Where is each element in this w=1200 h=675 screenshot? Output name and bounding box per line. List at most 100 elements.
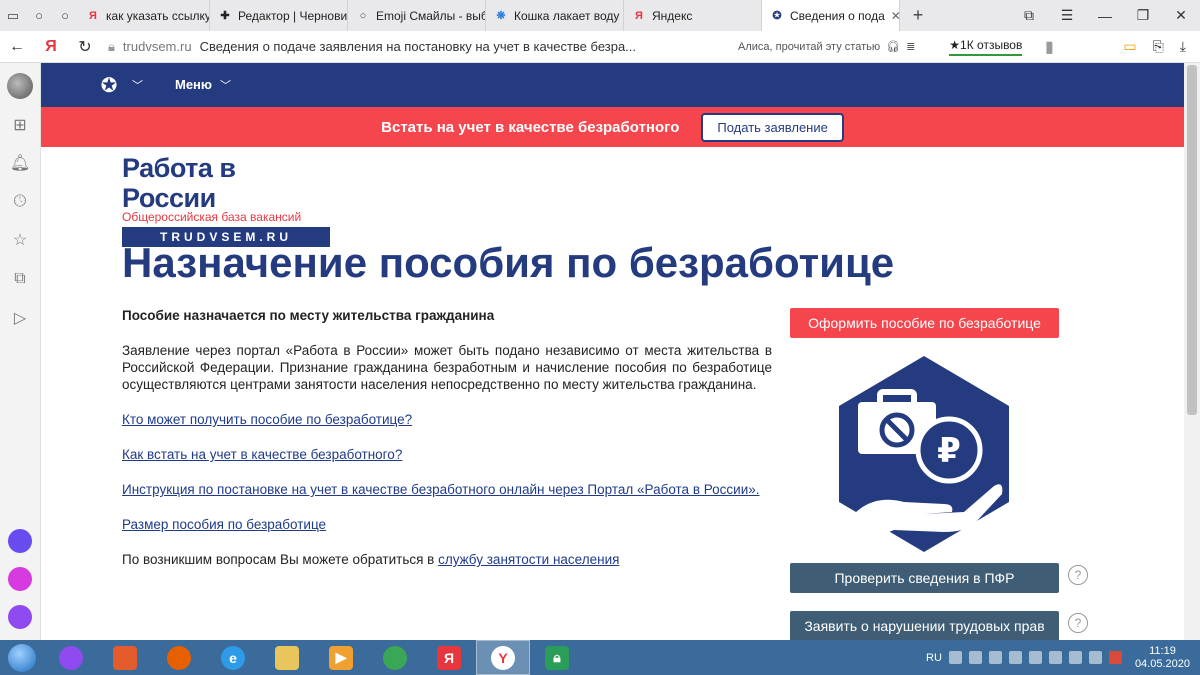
taskbar-yandex[interactable]: Y: [476, 640, 530, 675]
download-icon[interactable]: ⤓: [1180, 38, 1186, 55]
tray-icon[interactable]: [1008, 651, 1022, 664]
windows-logo-icon: [8, 643, 36, 672]
russian-emblem-icon[interactable]: ✪: [96, 72, 122, 98]
taskbar-explorer[interactable]: [260, 640, 314, 675]
tab-label: Emoji Смайлы - выб: [376, 8, 486, 23]
close-window-icon[interactable]: ✕: [1162, 0, 1200, 31]
volume-icon[interactable]: [1088, 651, 1102, 664]
chevron-down-icon: ﹀: [220, 80, 232, 92]
svg-text:₽: ₽: [937, 431, 961, 471]
tab-label: Редактор | Черновик: [238, 8, 348, 23]
yandex-logo-icon[interactable]: Я: [34, 38, 68, 56]
favorites-star-icon[interactable]: ☆: [9, 229, 31, 251]
collections-icon[interactable]: ⧉: [9, 268, 31, 290]
taskbar-ie[interactable]: e: [206, 640, 260, 675]
check-pfr-button[interactable]: Проверить сведения в ПФР: [790, 563, 1059, 593]
tab-2[interactable]: ○ Emoji Смайлы - выб: [348, 0, 486, 31]
taskbar-alisa[interactable]: [44, 640, 98, 675]
system-tray: RU 11:19 04.05.2020: [926, 645, 1200, 671]
yandex-app-icon: Y: [491, 645, 515, 670]
alisa-app-icon: [59, 645, 83, 670]
menu-dropdown[interactable]: Меню ﹀: [175, 77, 231, 93]
taskbar-vpn[interactable]: 🔒︎: [530, 640, 584, 675]
site-top-nav: ✪ ﹀ Меню ﹀: [41, 63, 1184, 107]
report-violation-button[interactable]: Заявить о нарушении трудовых прав: [790, 611, 1059, 640]
employment-service-link[interactable]: службу занятости населения: [438, 552, 619, 567]
firefox-app-icon: [167, 645, 191, 670]
tray-icon[interactable]: [1048, 651, 1062, 664]
headphones-icon: 🎧︎: [886, 41, 901, 53]
taskbar-firefox[interactable]: [152, 640, 206, 675]
reload-icon[interactable]: ↻: [68, 37, 102, 57]
tab-4[interactable]: Я Яндекс: [624, 0, 762, 31]
taskbar-yandex-browser[interactable]: Я: [422, 640, 476, 675]
yandex-favicon-icon: Я: [635, 9, 643, 22]
tray-icon[interactable]: [968, 651, 982, 664]
tab-placeholder-icon[interactable]: ○: [52, 0, 78, 31]
tray-icon[interactable]: [988, 651, 1002, 664]
media-play-icon[interactable]: ▷: [9, 307, 31, 329]
cat-favicon-icon: ❋: [496, 10, 506, 22]
start-button[interactable]: [0, 640, 44, 675]
translate-icon[interactable]: ⎘: [1153, 38, 1164, 55]
chevron-down-icon[interactable]: ﹀: [132, 77, 143, 93]
taskbar-chrome[interactable]: [368, 640, 422, 675]
battery-icon[interactable]: ▭: [1123, 38, 1136, 55]
page-scrollbar[interactable]: [1184, 63, 1200, 640]
taskbar-media[interactable]: ▶: [314, 640, 368, 675]
apply-button[interactable]: Подать заявление: [701, 112, 844, 142]
main-content: Пособие назначается по месту жительства …: [122, 307, 772, 568]
emblem-favicon-icon: ✪: [772, 10, 782, 22]
back-arrow-icon[interactable]: ←: [0, 38, 34, 56]
tab-label: Кошка лакает воду: [514, 8, 620, 23]
link-benefit-amount[interactable]: Размер пособия по безработице: [122, 516, 772, 533]
restore-icon[interactable]: ❐: [1124, 0, 1162, 31]
clock[interactable]: 11:19 04.05.2020: [1135, 645, 1190, 671]
yandex-browser-app-icon: Я: [437, 645, 461, 670]
link-who-can-get[interactable]: Кто может получить пособие по безработиц…: [122, 411, 772, 428]
tab-5-active[interactable]: ✪ Сведения о пода ✕: [762, 0, 900, 31]
url-field[interactable]: 🔒︎ trudvsem.ru Сведения о подаче заявлен…: [108, 35, 708, 59]
tray-icon[interactable]: [948, 651, 962, 664]
bookmark-icon[interactable]: ▮: [1032, 37, 1066, 57]
avatar[interactable]: [7, 73, 33, 99]
tab-3[interactable]: ❋ Кошка лакает воду: [486, 0, 624, 31]
help-icon[interactable]: ?: [1068, 565, 1088, 585]
site-logo[interactable]: Работа в России Общероссийская база вака…: [122, 153, 330, 247]
help-icon[interactable]: ?: [1068, 613, 1088, 633]
window-menu-icon[interactable]: ▭: [0, 0, 26, 31]
services-grid-icon[interactable]: ⊞: [9, 114, 31, 136]
zen-icon[interactable]: [8, 567, 32, 591]
messenger-icon[interactable]: [8, 529, 32, 553]
media-app-icon: ▶: [329, 645, 353, 670]
hamburger-menu-icon[interactable]: ☰: [1048, 0, 1086, 31]
link-instructions[interactable]: Инструкция по постановке на учет в качес…: [122, 481, 772, 498]
link-how-to-register[interactable]: Как встать на учет в качестве безработно…: [122, 446, 772, 463]
scroll-thumb[interactable]: [1187, 65, 1197, 415]
logo-title: Работа в России: [122, 153, 236, 213]
tab-placeholder-icon[interactable]: ○: [26, 0, 52, 31]
language-indicator[interactable]: RU: [926, 652, 942, 664]
alisa-read-button[interactable]: Алиса, прочитай эту статью 🎧︎ ≣: [738, 40, 915, 54]
tab-0[interactable]: Я как указать ссылку: [78, 0, 210, 31]
contact-text: По возникшим вопросам Вы можете обратить…: [122, 552, 439, 567]
tray-icon[interactable]: [1028, 651, 1042, 664]
reviews-badge[interactable]: ★1К отзывов: [949, 38, 1023, 56]
close-tab-icon[interactable]: ✕: [891, 9, 899, 23]
pin-icon[interactable]: ⧉: [1010, 0, 1048, 31]
tray-alert-icon[interactable]: [1108, 651, 1122, 664]
history-clock-icon[interactable]: 🕓︎: [9, 191, 31, 213]
editor-favicon-icon: ✚: [220, 10, 230, 22]
right-column: Оформить пособие по безработице ₽ Провер…: [790, 308, 1090, 640]
contact-line: По возникшим вопросам Вы можете обратить…: [122, 551, 772, 568]
tab-1[interactable]: ✚ Редактор | Черновик: [210, 0, 348, 31]
tab-label: как указать ссылку: [106, 8, 210, 23]
new-tab-button[interactable]: +: [900, 0, 936, 31]
taskbar-paint[interactable]: [98, 640, 152, 675]
minimize-icon[interactable]: —: [1086, 0, 1124, 31]
alisa-icon[interactable]: [8, 605, 32, 629]
apply-benefit-button[interactable]: Оформить пособие по безработице: [790, 308, 1059, 338]
web-page: ✪ ﹀ Меню ﹀ Встать на учет в качестве без…: [41, 63, 1184, 640]
notifications-bell-icon[interactable]: 🔔︎: [9, 152, 31, 174]
network-icon[interactable]: [1068, 651, 1082, 664]
